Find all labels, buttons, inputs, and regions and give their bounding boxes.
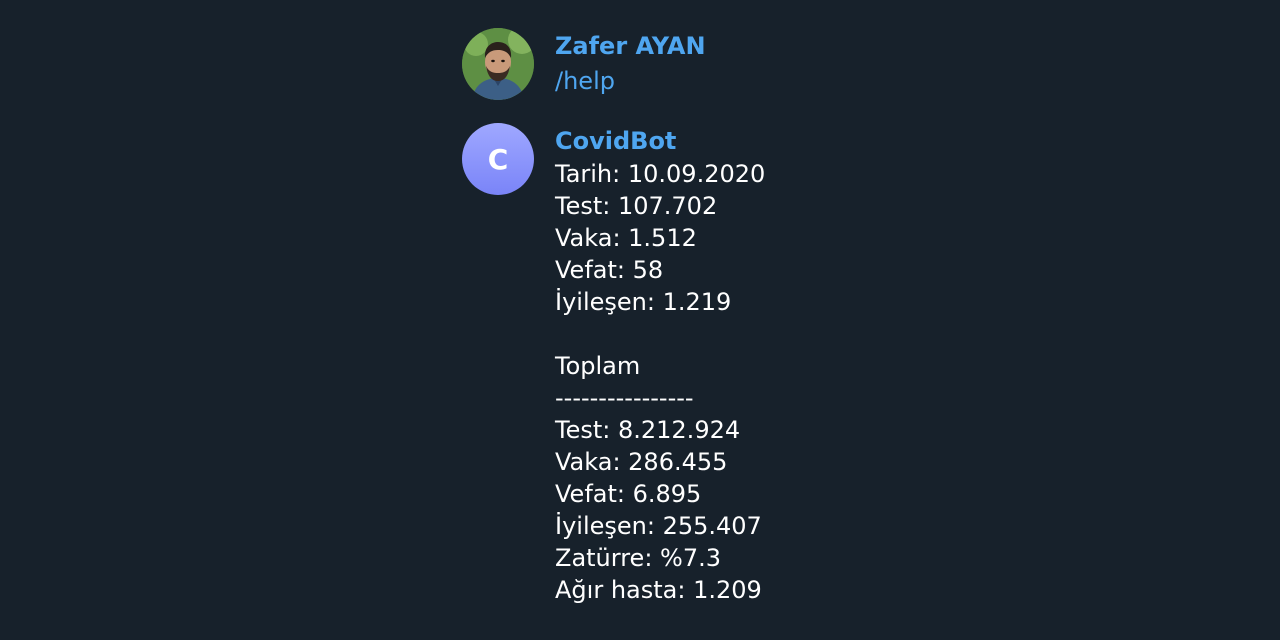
message-line: Ağır hasta: 1.209: [555, 576, 762, 604]
message-bot: C CovidBot Tarih: 10.09.2020 Test: 107.7…: [462, 123, 1222, 606]
message-line: Vaka: 286.455: [555, 448, 728, 476]
bot-avatar[interactable]: C: [462, 123, 534, 195]
message-line: İyileşen: 255.407: [555, 512, 762, 540]
message-line: İyileşen: 1.219: [555, 288, 732, 316]
message-author[interactable]: CovidBot: [555, 123, 1222, 158]
message-line: Tarih: 10.09.2020: [555, 160, 766, 188]
message-line: Vefat: 58: [555, 256, 664, 284]
chat-history: Zafer AYAN /help C CovidBot Tarih: 10.09…: [462, 28, 1222, 606]
message-line: Test: 8.212.924: [555, 416, 741, 444]
user-photo-icon: [462, 28, 534, 100]
message-line: Test: 107.702: [555, 192, 718, 220]
message-line: Zatürre: %7.3: [555, 544, 722, 572]
message-line-blank: [555, 318, 1222, 350]
command-link-help[interactable]: /help: [555, 63, 1222, 99]
avatar-letter: C: [487, 142, 509, 176]
message-line: Vefat: 6.895: [555, 480, 702, 508]
user-avatar[interactable]: [462, 28, 534, 100]
message-line: Toplam: [555, 352, 641, 380]
message-user: Zafer AYAN /help: [462, 28, 1222, 100]
message-line: Vaka: 1.512: [555, 224, 697, 252]
message-author[interactable]: Zafer AYAN: [555, 28, 1222, 63]
message-divider-line: ----------------: [555, 384, 694, 412]
